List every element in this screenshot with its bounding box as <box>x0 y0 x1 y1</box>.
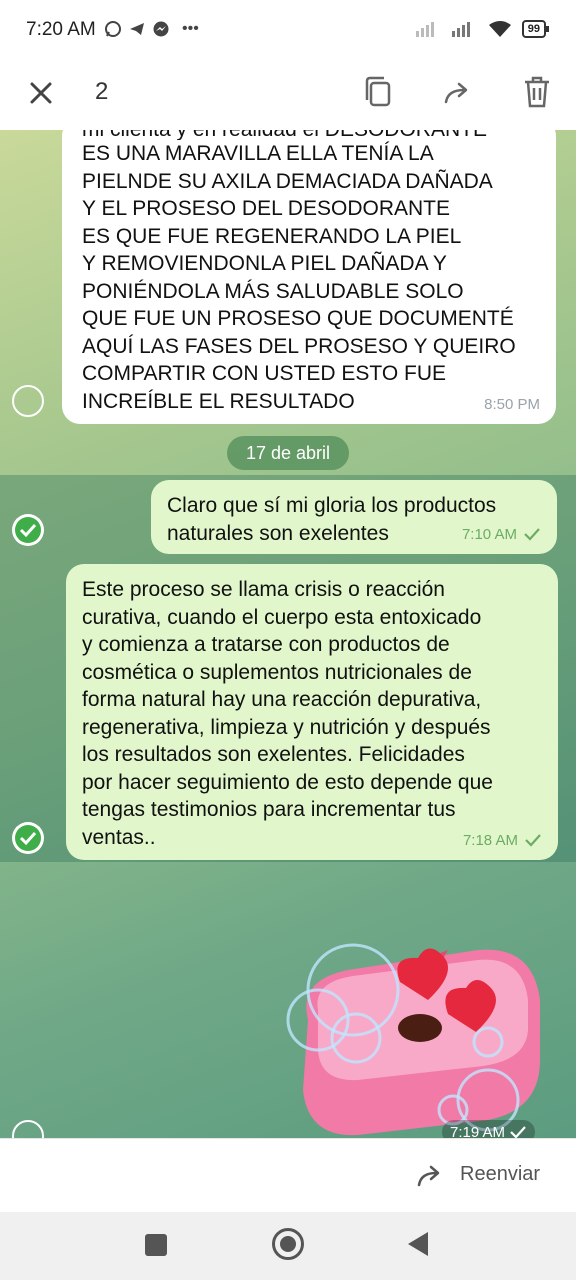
recent-apps-icon[interactable] <box>145 1234 167 1256</box>
delete-icon[interactable] <box>520 74 554 110</box>
message-meta: 7:10 AM <box>462 521 541 549</box>
status-bar: 7:20 AM ••• 99 <box>0 0 576 62</box>
signal-icon <box>415 22 434 37</box>
selection-action-bar: 2 <box>0 62 576 130</box>
soap-sticker[interactable] <box>278 910 548 1138</box>
select-checkbox[interactable] <box>12 1120 44 1138</box>
close-icon[interactable] <box>24 76 58 110</box>
outgoing-message[interactable]: Claro que sí mi gloria los productos nat… <box>151 480 557 554</box>
more-notifications-icon: ••• <box>182 20 199 37</box>
home-icon[interactable] <box>272 1228 304 1260</box>
sent-check-icon <box>510 1126 526 1138</box>
sticker-meta: 7:19 AM <box>442 1120 536 1139</box>
forward-icon[interactable] <box>440 76 474 110</box>
back-icon[interactable] <box>408 1232 428 1256</box>
message-time: 7:10 AM <box>461 525 517 543</box>
outgoing-message[interactable]: Este proceso se llama crisis o reacción … <box>66 564 558 860</box>
copy-icon[interactable] <box>362 74 396 110</box>
message-time: 8:50 PM <box>484 395 540 413</box>
system-navigation-bar <box>0 1212 576 1280</box>
message-time: 7:18 AM <box>462 831 518 849</box>
selected-count: 2 <box>95 78 109 105</box>
messenger-icon <box>153 21 169 37</box>
checkmark-icon <box>15 517 41 543</box>
sent-check-icon <box>524 528 540 541</box>
telegram-icon <box>130 23 144 35</box>
select-checkbox-checked[interactable] <box>12 822 44 854</box>
status-time: 7:20 AM <box>26 19 96 40</box>
message-text: ES UNA MARAVILLA ELLA TENÍA LA PIELNDE S… <box>82 142 516 413</box>
wifi-icon <box>488 21 511 37</box>
sticker-time: 7:19 AM <box>450 1123 506 1139</box>
chat-area[interactable]: mi clienta y en realidad el DESODORANTE … <box>0 130 576 1138</box>
battery-indicator: 99 <box>521 20 550 38</box>
checkmark-icon <box>15 825 41 851</box>
message-text-partial: mi clienta y en realidad el DESODORANTE <box>82 130 540 140</box>
forward-icon[interactable] <box>416 1161 446 1191</box>
message-meta: 7:18 AM <box>463 827 542 855</box>
system-icons: 99 <box>415 20 550 38</box>
notification-icons: ••• <box>104 20 199 38</box>
whatsapp-icon <box>105 21 121 37</box>
select-checkbox[interactable] <box>12 385 44 417</box>
forward-button[interactable]: Reenviar <box>460 1163 540 1186</box>
select-checkbox-checked[interactable] <box>12 514 44 546</box>
message-text: Este proceso se llama crisis o reacción … <box>82 578 493 849</box>
sent-check-icon <box>525 834 541 847</box>
incoming-message[interactable]: mi clienta y en realidad el DESODORANTE … <box>62 130 556 424</box>
message-meta: 8:50 PM <box>484 391 540 419</box>
date-separator: 17 de abril <box>227 436 349 470</box>
signal-icon-2 <box>451 22 470 37</box>
forward-bar: Reenviar <box>0 1138 576 1212</box>
